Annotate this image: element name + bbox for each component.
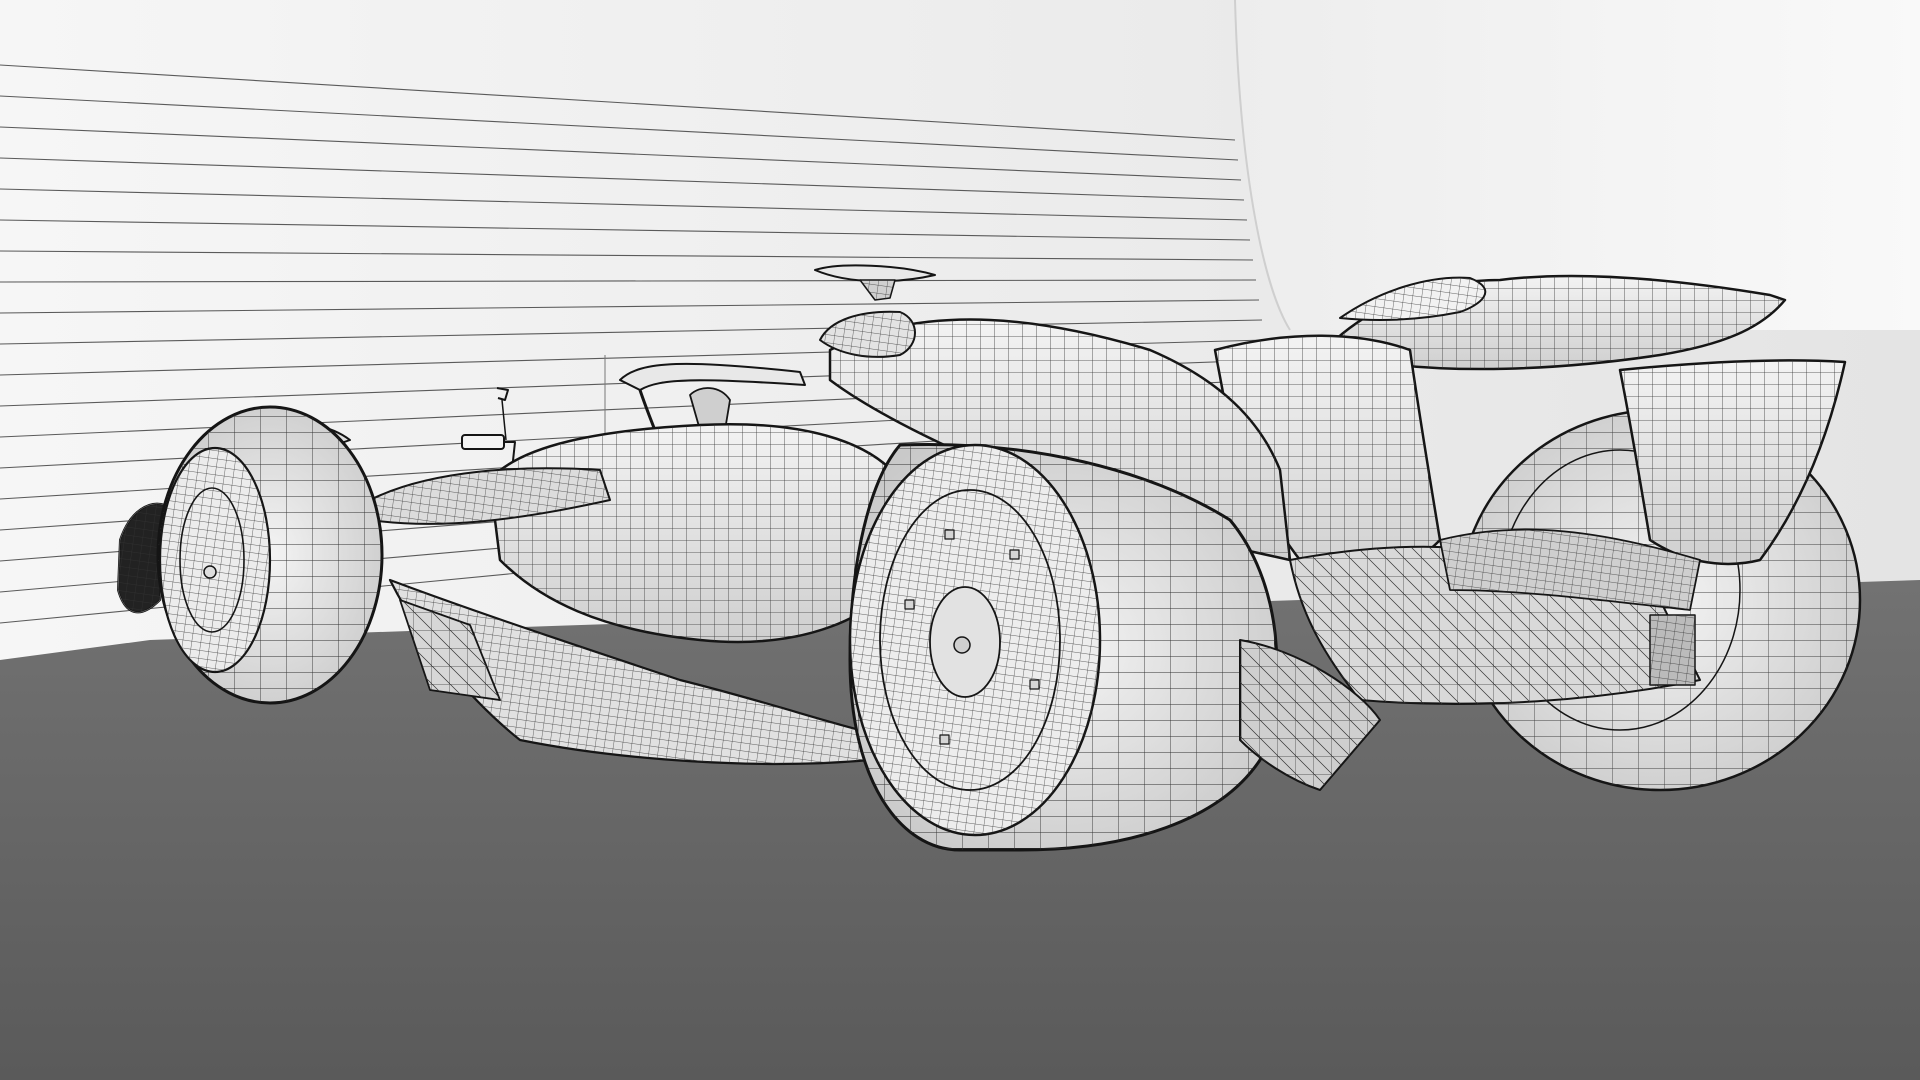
front-left-tyre <box>156 405 384 705</box>
render-viewport <box>0 0 1920 1080</box>
rear-gearbox <box>1289 528 1701 705</box>
wireframe-scene <box>0 0 1920 1080</box>
